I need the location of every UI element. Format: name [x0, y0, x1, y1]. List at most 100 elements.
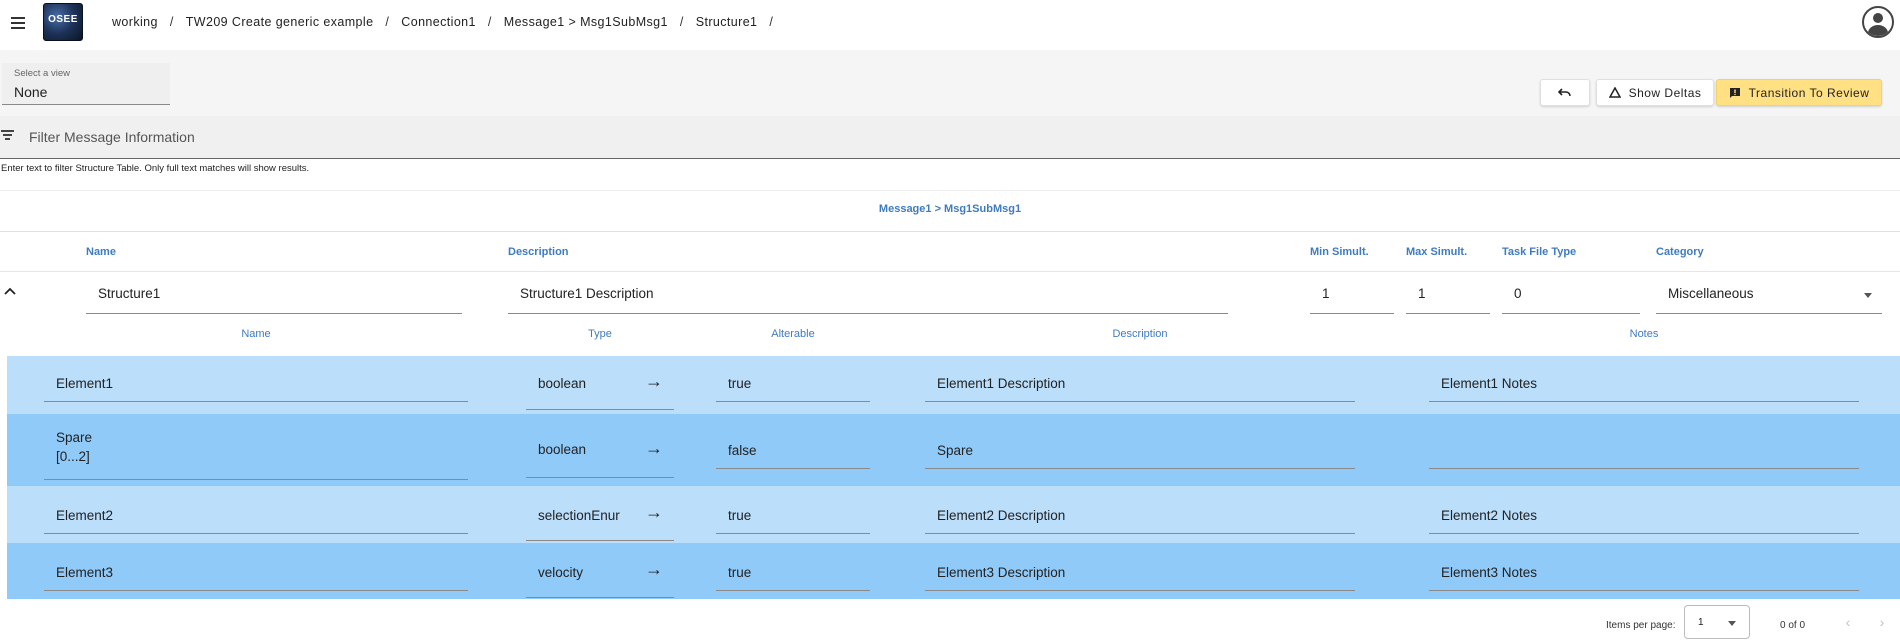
- header-description[interactable]: Description: [508, 246, 569, 258]
- element-header-alterable[interactable]: Alterable: [716, 328, 870, 340]
- element-header-name[interactable]: Name: [44, 328, 468, 340]
- structure-category-select[interactable]: Miscellaneous: [1656, 276, 1882, 314]
- element-description-field[interactable]: Element1 Description: [925, 366, 1355, 402]
- element-alterable-field[interactable]: true: [716, 496, 870, 534]
- transition-to-review-button[interactable]: Transition To Review: [1716, 79, 1882, 106]
- filter-bar: [0, 116, 1900, 159]
- element-name-field[interactable]: Spare [0...2]: [44, 420, 468, 480]
- page-range: 0 of 0: [1780, 620, 1806, 631]
- element-description-field[interactable]: Element2 Description: [925, 496, 1355, 534]
- element-notes-field[interactable]: Element3 Notes: [1429, 553, 1859, 591]
- undo-icon: [1558, 87, 1571, 96]
- element-description: Element1 Description: [937, 376, 1066, 391]
- show-deltas-label: Show Deltas: [1628, 85, 1702, 100]
- element-notes-field[interactable]: Element2 Notes: [1429, 496, 1859, 534]
- message-title: Message1 > Msg1SubMsg1: [0, 190, 1900, 232]
- table-row: Element1 boolean → true Element1 Descrip…: [7, 356, 1900, 414]
- osee-logo[interactable]: OSEE: [43, 3, 83, 41]
- structure-min-field[interactable]: 1: [1310, 276, 1394, 314]
- items-per-page-select[interactable]: 1: [1684, 605, 1750, 639]
- structure-category: Miscellaneous: [1668, 286, 1754, 301]
- structure-max: 1: [1418, 286, 1426, 301]
- element-notes-field[interactable]: [1429, 424, 1859, 469]
- table-row: Element2 selectionEnur → true Element2 D…: [7, 486, 1900, 543]
- filter-input[interactable]: [29, 127, 1029, 147]
- structure-row: Structure1 Structure1 Description 1 1 0 …: [0, 272, 1900, 316]
- element-description: Element3 Description: [937, 565, 1066, 580]
- logo-text: OSEE: [48, 14, 78, 25]
- chevron-down-icon: [1728, 621, 1736, 626]
- breadcrumb-action[interactable]: TW209 Create generic example: [186, 15, 374, 29]
- breadcrumb-structure[interactable]: Structure1: [696, 15, 758, 29]
- top-toolbar: OSEE working / TW209 Create generic examp…: [0, 0, 1900, 50]
- breadcrumb-connection[interactable]: Connection1: [401, 15, 476, 29]
- transition-to-review-label: Transition To Review: [1748, 85, 1870, 100]
- chevron-left-icon[interactable]: ‹: [1840, 614, 1856, 630]
- breadcrumb-message[interactable]: Message1 > Msg1SubMsg1: [504, 15, 668, 29]
- element-alterable: true: [728, 376, 752, 391]
- element-description-field[interactable]: Spare: [925, 424, 1355, 469]
- element-name: Element3: [56, 565, 114, 580]
- header-category[interactable]: Category: [1656, 246, 1704, 258]
- structure-description-field[interactable]: Structure1 Description: [508, 276, 1228, 314]
- element-type: boolean: [538, 442, 587, 457]
- undo-button[interactable]: [1540, 79, 1590, 106]
- element-type: selectionEnur: [538, 508, 620, 523]
- breadcrumb-branch[interactable]: working: [112, 15, 158, 29]
- structure-description: Structure1 Description: [520, 286, 654, 301]
- table-row: Element3 velocity → true Element3 Descri…: [7, 543, 1900, 599]
- element-name-array: [0...2]: [56, 449, 90, 464]
- header-task-file-type[interactable]: Task File Type: [1502, 246, 1576, 258]
- element-alterable: false: [728, 443, 757, 458]
- element-alterable-field[interactable]: true: [716, 553, 870, 591]
- structure-header-row: Name Description Min Simult. Max Simult.…: [0, 232, 1900, 272]
- menu-icon[interactable]: [8, 12, 30, 34]
- element-name-field[interactable]: Element3: [44, 553, 468, 591]
- element-description: Element2 Description: [937, 508, 1066, 523]
- header-name[interactable]: Name: [86, 246, 116, 258]
- view-select[interactable]: Select a view None: [2, 63, 170, 105]
- element-name: Element2: [56, 508, 114, 523]
- chevron-down-icon: [1864, 293, 1872, 298]
- arrow-right-icon[interactable]: →: [645, 559, 663, 580]
- arrow-right-icon[interactable]: →: [645, 438, 663, 459]
- filter-icon: [1, 130, 15, 142]
- element-header-row: Name Type Alterable Description Notes: [0, 316, 1900, 356]
- table-row: Spare [0...2] boolean → false Spare: [7, 414, 1900, 486]
- chevron-up-icon[interactable]: [2, 284, 18, 300]
- element-header-description[interactable]: Description: [925, 328, 1355, 340]
- element-type: velocity: [538, 565, 584, 580]
- element-alterable-field[interactable]: false: [716, 424, 870, 469]
- items-per-page-value: 1: [1698, 617, 1704, 628]
- element-name: Element1: [56, 376, 114, 391]
- arrow-right-icon[interactable]: →: [645, 371, 663, 392]
- element-header-notes[interactable]: Notes: [1429, 328, 1859, 340]
- filter-hint: Enter text to filter Structure Table. On…: [1, 163, 310, 174]
- element-alterable-field[interactable]: true: [716, 366, 870, 402]
- account-circle-icon[interactable]: [1862, 6, 1894, 38]
- structure-task-field[interactable]: 0: [1502, 276, 1640, 314]
- header-min-simult[interactable]: Min Simult.: [1310, 246, 1369, 258]
- element-header-type[interactable]: Type: [526, 328, 674, 340]
- element-name-field[interactable]: Element2: [44, 496, 468, 534]
- element-type: boolean: [538, 376, 587, 391]
- element-notes-field[interactable]: Element1 Notes: [1429, 366, 1859, 402]
- element-notes: Element3 Notes: [1441, 565, 1538, 580]
- structure-name: Structure1: [98, 286, 161, 301]
- delta-icon: [1608, 87, 1621, 98]
- element-name: Spare: [56, 430, 93, 445]
- header-max-simult[interactable]: Max Simult.: [1406, 246, 1467, 258]
- element-description-field[interactable]: Element3 Description: [925, 553, 1355, 591]
- structure-min: 1: [1322, 286, 1330, 301]
- review-icon: [1729, 87, 1740, 98]
- arrow-right-icon[interactable]: →: [645, 502, 663, 523]
- items-per-page-label: Items per page:: [1606, 620, 1676, 631]
- structure-max-field[interactable]: 1: [1406, 276, 1490, 314]
- structure-task: 0: [1514, 286, 1522, 301]
- show-deltas-button[interactable]: Show Deltas: [1596, 79, 1714, 106]
- element-name-field[interactable]: Element1: [44, 366, 468, 402]
- structure-name-field[interactable]: Structure1: [86, 276, 462, 314]
- element-notes: Element1 Notes: [1441, 376, 1538, 391]
- element-alterable: true: [728, 565, 752, 580]
- chevron-right-icon[interactable]: ›: [1874, 614, 1890, 630]
